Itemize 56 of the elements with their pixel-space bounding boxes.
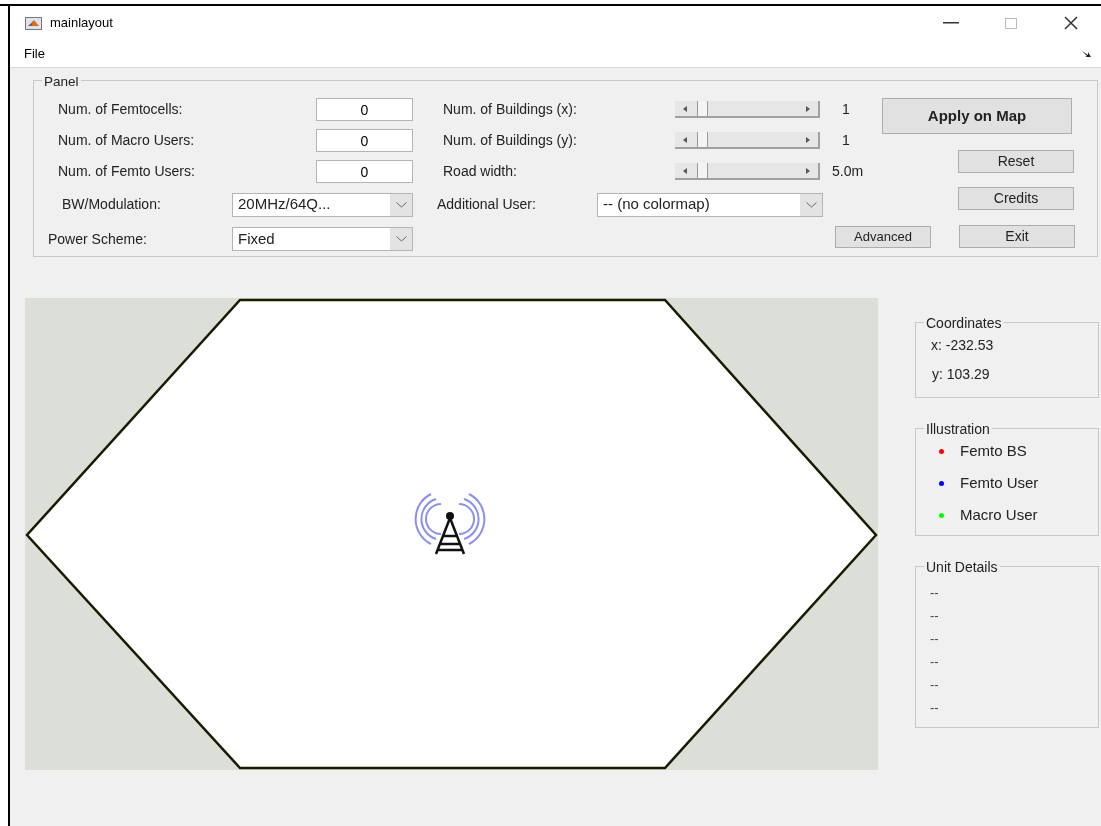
- menu-item[interactable]: File: [24, 43, 45, 64]
- right-arrow-icon[interactable]: [806, 167, 810, 174]
- number-input[interactable]: 0: [316, 129, 413, 152]
- button[interactable]: Apply on Map: [882, 98, 1072, 134]
- legend-label: Femto User: [960, 472, 1039, 493]
- button[interactable]: Advanced: [835, 226, 931, 248]
- left-arrow-icon[interactable]: [683, 105, 687, 112]
- slider-label: Num. of Buildings (x):: [443, 100, 578, 119]
- window-title: mainlayout: [50, 14, 113, 33]
- close-icon[interactable]: [1063, 15, 1079, 31]
- dropdown[interactable]: 20MHz/64Q...: [232, 192, 413, 217]
- left-arrow-icon[interactable]: [683, 136, 687, 143]
- slider[interactable]: [675, 101, 820, 118]
- left-arrow-icon[interactable]: [683, 167, 687, 174]
- legend-label: Macro User: [960, 504, 1038, 525]
- field-label: Power Scheme:: [48, 229, 148, 249]
- detail-line: --: [929, 630, 940, 648]
- slider-thumb[interactable]: [697, 101, 709, 116]
- button[interactable]: Credits: [958, 187, 1074, 210]
- slider-label: Num. of Buildings (y):: [443, 131, 578, 150]
- chevron-down-icon: [805, 201, 817, 208]
- dock-arrow-icon[interactable]: [1082, 50, 1091, 57]
- slider-label: Road width:: [443, 162, 518, 181]
- slider-thumb[interactable]: [697, 132, 709, 147]
- right-arrow-icon[interactable]: [806, 136, 810, 143]
- tower-icon: [414, 493, 486, 556]
- field-label: Num. of Femto Users:: [58, 162, 196, 181]
- slider-thumb[interactable]: [697, 163, 709, 178]
- slider-value: 5.0m: [832, 162, 864, 181]
- right-arrow-icon[interactable]: [806, 105, 810, 112]
- field-label: Additional User:: [437, 195, 537, 214]
- number-input[interactable]: 0: [316, 160, 413, 183]
- chevron-down-icon: [395, 236, 407, 242]
- button[interactable]: Reset: [958, 150, 1074, 173]
- detail-line: --: [929, 607, 940, 625]
- field-label: Num. of Macro Users:: [58, 131, 196, 150]
- dropdown[interactable]: Fixed: [232, 227, 413, 251]
- detail-line: --: [929, 653, 940, 671]
- detail-line: --: [929, 699, 940, 717]
- minimize-icon[interactable]: [943, 22, 959, 24]
- slider-value: 1: [841, 100, 850, 119]
- slider[interactable]: [675, 132, 820, 149]
- dropdown[interactable]: -- (no colormap): [597, 192, 823, 217]
- detail-line: --: [929, 584, 940, 602]
- field-label: Num. of Femtocells:: [58, 100, 184, 119]
- chevron-down-icon: [395, 201, 407, 208]
- slider[interactable]: [675, 163, 820, 180]
- number-input[interactable]: 0: [316, 98, 413, 121]
- app-icon: [25, 16, 42, 30]
- y-coordinate: y: 103.29: [931, 365, 991, 383]
- slider-value: 1: [841, 131, 850, 150]
- x-coordinate: x: -232.53: [930, 337, 995, 354]
- button[interactable]: Exit: [959, 225, 1075, 248]
- legend-label: Femto BS: [960, 440, 1027, 461]
- field-label: BW/Modulation:: [62, 195, 162, 214]
- detail-line: --: [929, 676, 940, 694]
